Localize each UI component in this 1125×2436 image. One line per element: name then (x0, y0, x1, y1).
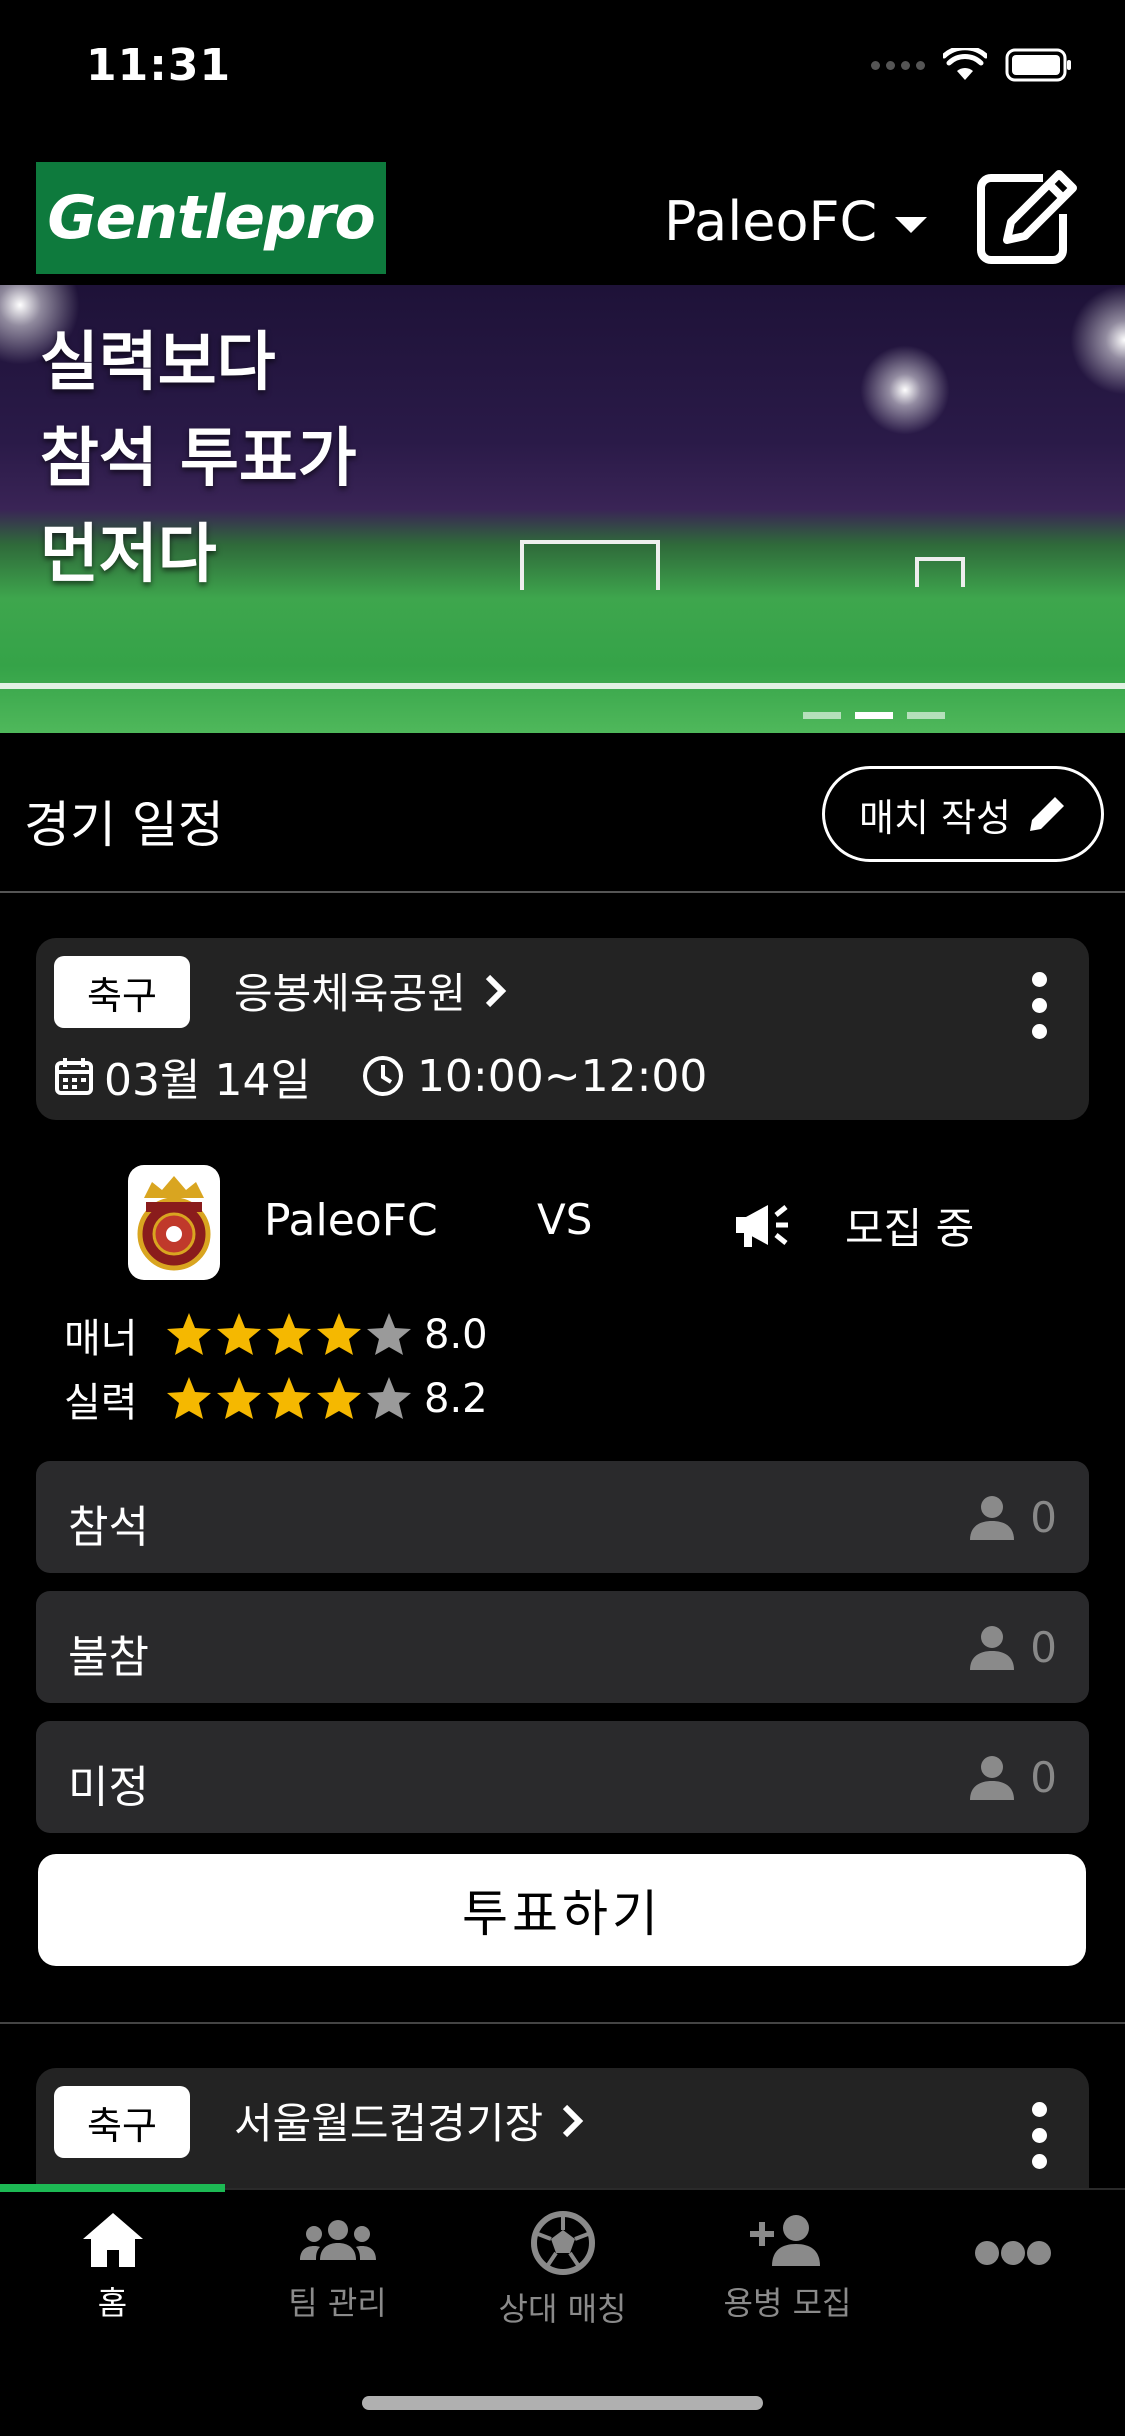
soccer-ball-icon (530, 2211, 595, 2275)
more-options-button[interactable] (1032, 2102, 1047, 2169)
rating-value: 8.2 (424, 1376, 488, 1422)
team-crest-icon (137, 1175, 211, 1270)
home-indicator[interactable] (362, 2396, 763, 2410)
venue-link[interactable]: 응봉체육공원 (234, 960, 508, 1021)
logo-text: Gentlepro (47, 183, 375, 253)
tab-label: 팀 관리 (288, 2284, 387, 2322)
chevron-right-icon (485, 974, 507, 1007)
promo-banner[interactable]: 실력보다 참석 투표가 먼저다 (0, 285, 1125, 733)
schedule-title: 경기 일정 (24, 796, 224, 854)
star-rating (164, 1310, 414, 1360)
banner-line-2: 참석 투표가 (40, 422, 357, 496)
edit-square-icon[interactable] (973, 168, 1079, 268)
scroll-progress (0, 2184, 225, 2192)
calendar-icon (55, 1058, 93, 1095)
home-icon (82, 2213, 143, 2267)
vote-count-wrap: 0 (968, 1623, 1057, 1672)
wifi-icon (943, 48, 987, 80)
vote-option-absent[interactable]: 불참 0 (36, 1591, 1089, 1703)
write-match-button[interactable]: 매치 작성 (822, 766, 1104, 862)
rating-label: 매너 (64, 1316, 138, 1362)
tab-label: 홈 (97, 2284, 128, 2322)
star-rating (164, 1374, 414, 1424)
tab-mercenary-recruit[interactable]: 용병 모집 (675, 2210, 900, 2324)
vote-count-wrap: 0 (968, 1493, 1057, 1542)
versus-row: PaleoFC VS 모집 중 (0, 1165, 1125, 1285)
banner-pagination[interactable] (803, 712, 945, 719)
person-icon (970, 1755, 1015, 1800)
banner-headline: 실력보다 참석 투표가 먼저다 (40, 315, 357, 603)
person-icon (970, 1495, 1015, 1540)
tab-more[interactable] (900, 2238, 1125, 2276)
banner-line-1: 실력보다 (40, 326, 276, 400)
team-logo[interactable] (128, 1165, 220, 1280)
schedule-header: 경기 일정 매치 작성 (0, 733, 1125, 893)
rating-value: 8.0 (424, 1312, 488, 1358)
status-bar: 11:31 (0, 0, 1125, 140)
vote-label: 참석 (68, 1502, 149, 1553)
skill-rating: 실력 8.2 (64, 1370, 488, 1428)
chevron-right-icon (563, 2104, 584, 2137)
banner-dot[interactable] (803, 712, 841, 719)
megaphone-icon (736, 1205, 788, 1247)
vote-count: 0 (1030, 1753, 1057, 1802)
home-team-name: PaleoFC (264, 1195, 438, 1246)
sport-tag: 축구 (54, 2086, 190, 2158)
team-icon (299, 2220, 376, 2260)
vote-option-undecided[interactable]: 미정 0 (36, 1721, 1089, 1833)
star-icons (167, 1377, 411, 1419)
more-options-button[interactable] (1032, 972, 1047, 1039)
team-selector-label: PaleoFC (664, 190, 878, 253)
app-header: Gentlepro PaleoFC (0, 140, 1125, 285)
banner-dot-active[interactable] (855, 712, 893, 719)
banner-dot[interactable] (907, 712, 945, 719)
match-date: 03월 14일 (104, 1055, 311, 1106)
person-icon (970, 1625, 1015, 1670)
team-selector[interactable]: PaleoFC (664, 190, 928, 253)
sport-tag: 축구 (54, 956, 190, 1028)
opponent-status: 모집 중 (845, 1204, 975, 1253)
vote-label: 불참 (68, 1632, 149, 1683)
vote-count: 0 (1030, 1623, 1057, 1672)
vs-label: VS (537, 1195, 593, 1244)
vote-label: 미정 (68, 1762, 149, 1813)
add-user-icon (749, 2215, 820, 2266)
manner-rating: 매너 8.0 (64, 1306, 488, 1364)
tab-label: 용병 모집 (723, 2284, 852, 2322)
tab-opponent-matching[interactable]: 상대 매칭 (450, 2210, 675, 2330)
match-datetime: 03월 14일 10:00~12:00 (54, 1044, 707, 1108)
banner-line-3: 먼저다 (40, 518, 217, 592)
match-divider (0, 2022, 1125, 2024)
match-time: 10:00~12:00 (416, 1050, 708, 1102)
venue-name: 응봉체육공원 (234, 969, 466, 1018)
app-logo: Gentlepro (36, 162, 386, 274)
vote-option-attend[interactable]: 참석 0 (36, 1461, 1089, 1573)
pencil-icon (1029, 797, 1064, 831)
star-icons (167, 1313, 411, 1355)
venue-link[interactable]: 서울월드컵경기장 (234, 2090, 585, 2151)
tab-home[interactable]: 홈 (0, 2210, 225, 2324)
rating-label: 실력 (64, 1380, 138, 1426)
cellular-signal-icon (871, 60, 925, 70)
more-icon (974, 2241, 1051, 2265)
tab-team-management[interactable]: 팀 관리 (225, 2210, 450, 2324)
battery-icon (1005, 48, 1071, 82)
tab-label: 상대 매칭 (498, 2290, 627, 2328)
write-match-label: 매치 작성 (859, 795, 1011, 840)
vote-count: 0 (1030, 1493, 1057, 1542)
clock-icon (362, 1056, 403, 1096)
caret-down-icon (895, 216, 928, 233)
vote-count-wrap: 0 (968, 1753, 1057, 1802)
status-indicators (871, 48, 1073, 82)
venue-name: 서울월드컵경기장 (234, 2099, 544, 2148)
vote-button[interactable]: 투표하기 (38, 1854, 1086, 1966)
match-info-card: 축구 응봉체육공원 03월 14일 10:00~12:00 (36, 938, 1089, 1120)
status-time: 11:31 (86, 40, 232, 91)
